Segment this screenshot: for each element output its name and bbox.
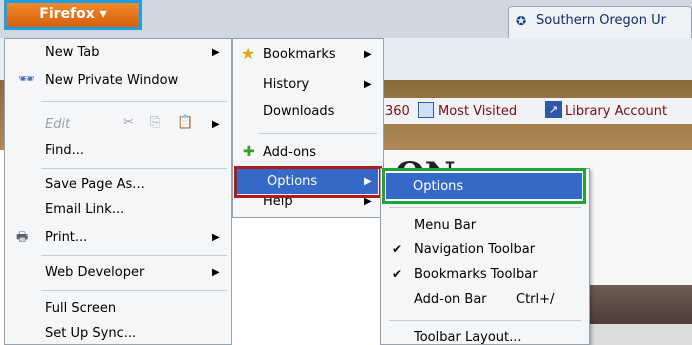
submenu-arrow-icon: ▶ <box>364 79 372 90</box>
paste-icon: 📋 <box>177 115 194 130</box>
red-highlight-outline <box>234 166 382 198</box>
add-on-bar-shortcut: Ctrl+/ <box>516 292 555 307</box>
green-highlight-outline <box>382 168 586 204</box>
bookmark-most-visited[interactable]: Most Visited <box>438 104 517 119</box>
menu-item-navigation-toolbar[interactable]: Navigation Toolbar <box>414 242 535 257</box>
menu-item-print[interactable]: Print... <box>45 230 87 245</box>
menu-item-full-screen[interactable]: Full Screen <box>45 301 116 316</box>
menu-item-find[interactable]: Find... <box>45 143 84 158</box>
submenu-arrow-icon: ▶ <box>212 47 220 58</box>
menu-item-add-on-bar[interactable]: Add-on Bar <box>414 292 487 307</box>
page-footer-strip <box>585 324 692 345</box>
submenu-arrow-icon: ▶ <box>212 267 220 278</box>
check-icon: ✔ <box>392 242 403 256</box>
menu-separator <box>41 101 227 102</box>
menu-item-add-ons[interactable]: Add-ons <box>263 145 316 160</box>
menu-item-save-page-as[interactable]: Save Page As... <box>45 177 145 192</box>
submenu-arrow-icon: ▶ <box>212 119 220 130</box>
menu-item-set-up-sync[interactable]: Set Up Sync... <box>45 326 136 341</box>
submenu-arrow-icon: ▶ <box>364 49 372 60</box>
menu-item-email-link[interactable]: Email Link... <box>45 202 124 217</box>
bookmark-library-account[interactable]: Library Account <box>565 104 667 119</box>
bookmark-360[interactable]: 360 <box>385 104 410 119</box>
menu-item-bookmarks[interactable]: Bookmarks <box>263 47 336 62</box>
site-favicon-icon: ✪ <box>516 14 527 28</box>
copy-icon: ⎘ <box>150 115 161 130</box>
library-account-icon: ↗ <box>545 101 562 118</box>
menu-item-toolbar-layout[interactable]: Toolbar Layout... <box>414 330 522 345</box>
menu-item-bookmarks-toolbar[interactable]: Bookmarks Toolbar <box>414 267 538 282</box>
most-visited-icon <box>418 102 434 118</box>
menu-item-edit[interactable]: Edit <box>45 117 70 132</box>
firefox-main-menu: New Tab ▶ 🕶 New Private Window Edit ✂ ⎘ … <box>4 38 232 345</box>
check-icon: ✔ <box>392 267 403 281</box>
menu-separator <box>41 255 227 256</box>
submenu-arrow-icon: ▶ <box>212 232 220 243</box>
menu-item-new-private-window[interactable]: New Private Window <box>45 73 178 88</box>
firefox-menu-button[interactable]: Firefox ▾ <box>4 0 142 30</box>
menu-item-new-tab[interactable]: New Tab <box>45 45 100 60</box>
star-icon: ★ <box>241 44 256 63</box>
puzzle-icon: ✚ <box>243 144 255 160</box>
menu-separator <box>41 168 227 169</box>
menu-item-web-developer[interactable]: Web Developer <box>45 265 144 280</box>
menu-separator <box>389 320 581 321</box>
cut-icon: ✂ <box>123 115 134 130</box>
menu-item-menu-bar[interactable]: Menu Bar <box>414 218 476 233</box>
menu-item-downloads[interactable]: Downloads <box>263 104 334 119</box>
tab-title: Southern Oregon Ur <box>536 13 666 28</box>
printer-icon: 🖶 <box>16 230 29 245</box>
menu-separator <box>259 133 377 134</box>
menu-item-history[interactable]: History <box>263 77 309 92</box>
private-window-icon: 🕶 <box>18 72 35 87</box>
menu-separator <box>389 207 581 208</box>
menu-separator <box>41 290 227 291</box>
